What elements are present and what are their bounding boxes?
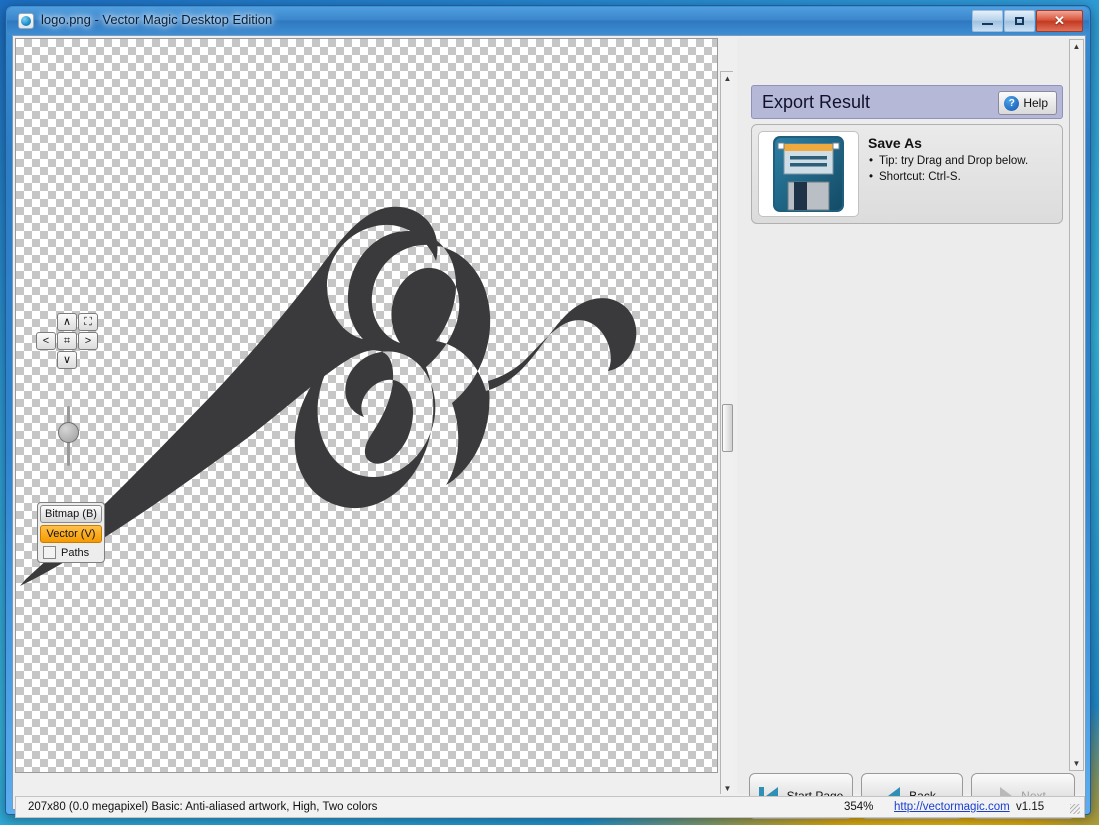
resize-grip[interactable] xyxy=(1070,804,1080,814)
pan-left-button[interactable]: < xyxy=(36,332,56,350)
version-label: v1.15 xyxy=(1016,801,1045,813)
vector-artwork xyxy=(20,206,637,586)
canvas-vscroll-thumb[interactable] xyxy=(722,404,733,452)
center-view-button[interactable]: ⌗ xyxy=(57,332,77,350)
fit-to-screen-button[interactable]: ⛶ xyxy=(78,313,98,331)
export-panel: ▲ ▼ Export Result ? Help Save As • Tip: … xyxy=(737,38,1085,794)
panel-scrollbar[interactable]: ▲ ▼ xyxy=(1069,39,1084,771)
window-title: logo.png - Vector Magic Desktop Edition xyxy=(41,12,273,27)
view-mode-vector[interactable]: Vector (V) xyxy=(40,525,102,543)
client-area: ∧ ⛶ < ⌗ > ∨ Bitmap (B) Vector (V) Paths … xyxy=(12,35,1086,819)
paths-checkbox[interactable] xyxy=(43,546,56,559)
pan-down-button[interactable]: ∨ xyxy=(57,351,77,369)
panel-header: Export Result ? Help xyxy=(751,85,1063,119)
save-as-section: Save As Tip: try Drag and Drop below. Sh… xyxy=(751,124,1063,224)
save-as-tip: Shortcut: Ctrl-S. xyxy=(869,169,1028,185)
page-title: Export Result xyxy=(762,92,871,112)
app-window: logo.png - Vector Magic Desktop Edition … xyxy=(5,5,1091,819)
minimize-button[interactable] xyxy=(972,10,1003,32)
scroll-up-arrow-icon[interactable]: ▲ xyxy=(721,72,733,85)
floppy-disk-icon xyxy=(758,131,859,217)
window-controls: ✕ xyxy=(972,10,1083,32)
zoom-slider[interactable] xyxy=(58,406,79,466)
title-bar: logo.png - Vector Magic Desktop Edition … xyxy=(7,7,1089,35)
status-bar: 207x80 (0.0 megapixel) Basic: Anti-alias… xyxy=(15,796,1085,818)
pan-right-button[interactable]: > xyxy=(78,332,98,350)
status-info: 207x80 (0.0 megapixel) Basic: Anti-alias… xyxy=(28,801,378,813)
transparency-checkerboard xyxy=(15,38,718,773)
close-button[interactable]: ✕ xyxy=(1036,10,1083,32)
scroll-down-arrow-icon[interactable]: ▼ xyxy=(721,782,733,794)
canvas-vertical-scrollbar[interactable]: ▲ ▼ xyxy=(720,71,733,794)
help-label: Help xyxy=(1023,96,1048,110)
paths-label: Paths xyxy=(61,546,90,559)
zoom-slider-handle[interactable] xyxy=(58,422,79,443)
view-mode-paths[interactable]: Paths xyxy=(40,545,102,560)
panel-scroll-down-icon[interactable]: ▼ xyxy=(1070,757,1083,770)
save-as-tips: Tip: try Drag and Drop below. Shortcut: … xyxy=(868,153,1028,185)
panel-scroll-up-icon[interactable]: ▲ xyxy=(1070,40,1083,53)
canvas-viewport[interactable]: ∧ ⛶ < ⌗ > ∨ Bitmap (B) Vector (V) Paths … xyxy=(15,38,733,794)
app-icon xyxy=(18,13,34,29)
view-mode-box: Bitmap (B) Vector (V) Paths xyxy=(37,502,105,563)
help-button[interactable]: ? Help xyxy=(998,91,1057,115)
save-as-title: Save As xyxy=(868,135,922,151)
question-mark-icon: ? xyxy=(1004,95,1020,111)
view-mode-bitmap[interactable]: Bitmap (B) xyxy=(40,505,102,523)
close-icon: ✕ xyxy=(1054,13,1065,28)
pan-up-button[interactable]: ∧ xyxy=(57,313,77,331)
maximize-button[interactable] xyxy=(1004,10,1035,32)
zoom-level: 354% xyxy=(844,801,874,813)
website-link[interactable]: http://vectormagic.com xyxy=(894,801,1010,813)
save-as-tip: Tip: try Drag and Drop below. xyxy=(869,153,1028,169)
